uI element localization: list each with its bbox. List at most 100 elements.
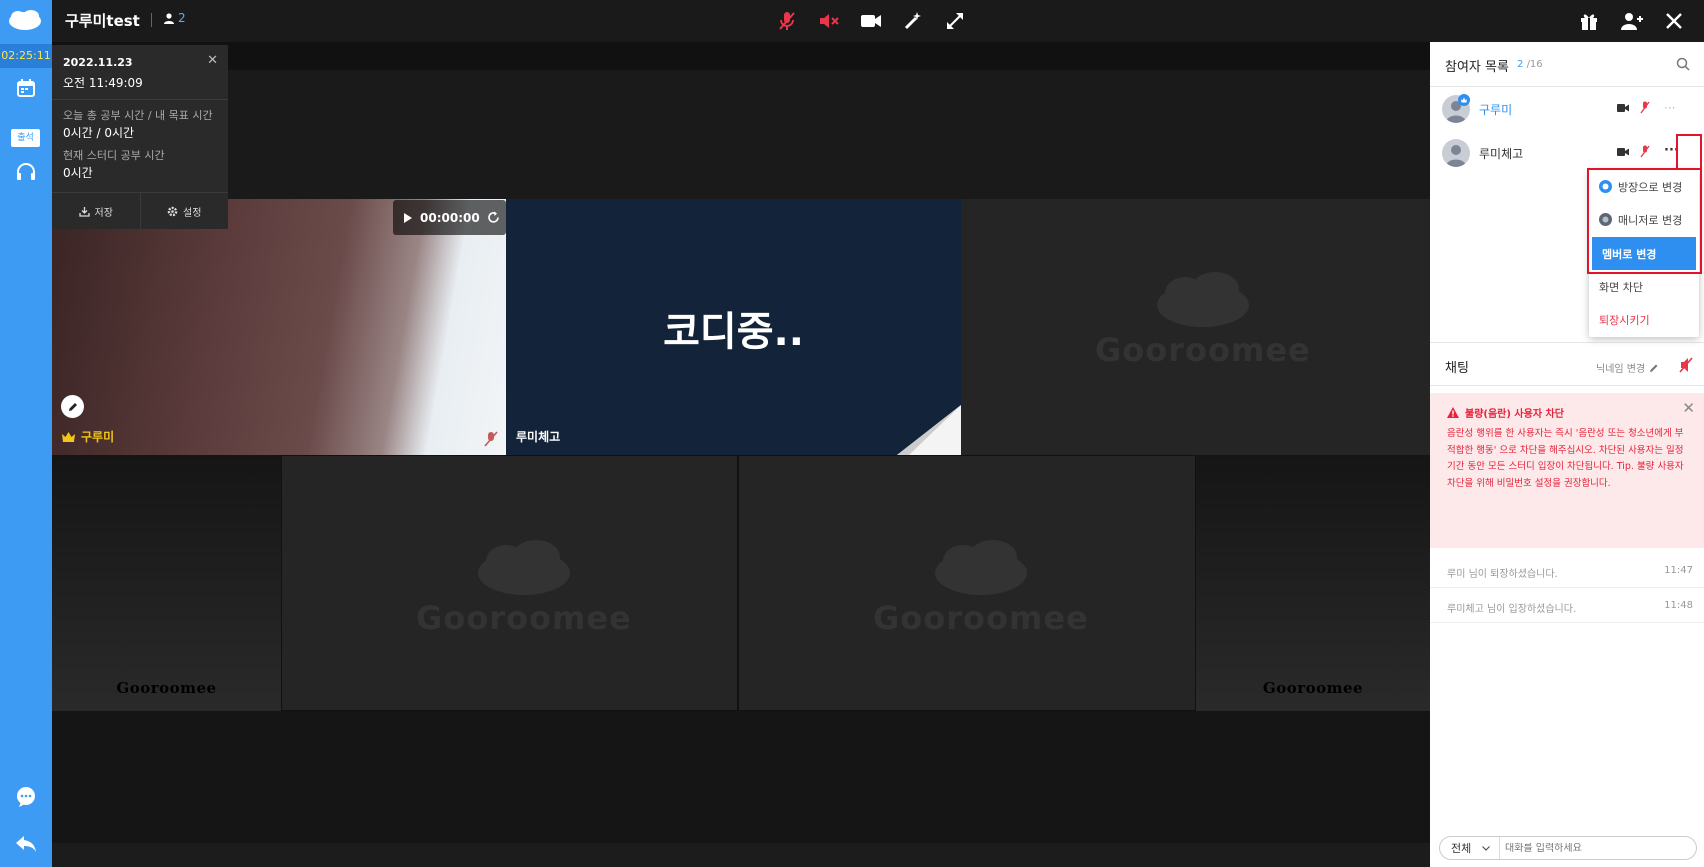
- refresh-icon[interactable]: [487, 211, 500, 224]
- participants-count: 2 /16: [1517, 59, 1543, 70]
- chat-input-bar: 전체: [1439, 836, 1697, 860]
- gear-icon: [167, 206, 178, 216]
- video-tile-empty: Gooroomee: [281, 455, 738, 711]
- settings-button[interactable]: 설정: [141, 193, 229, 229]
- chat-scope-select[interactable]: 전체: [1440, 837, 1500, 859]
- room-title: 구루미test: [65, 12, 140, 30]
- camera-icon[interactable]: [858, 9, 884, 33]
- mic-off-small-icon[interactable]: [1640, 145, 1650, 158]
- camera-small-icon[interactable]: [1617, 148, 1629, 156]
- search-icon[interactable]: [1676, 57, 1690, 71]
- chat-mute-icon[interactable]: [1679, 357, 1693, 373]
- watermark: Gooroomee: [1095, 271, 1311, 369]
- attendance-button[interactable]: 출석: [11, 129, 40, 147]
- stage-bottom: [52, 711, 1430, 843]
- info-time: 오전 11:49:09: [63, 76, 143, 90]
- gift-icon[interactable]: [1576, 9, 1602, 33]
- participant-name: 루미체고: [1479, 147, 1524, 161]
- page-fold-icon: [897, 405, 961, 455]
- current-time-value: 0시간: [63, 166, 93, 180]
- exit-back-icon[interactable]: [11, 829, 41, 859]
- info-close-icon[interactable]: ✕: [207, 53, 218, 68]
- current-time-label: 현재 스터디 공부 시간: [63, 149, 165, 162]
- nickname-change-button[interactable]: 닉네임 변경: [1596, 360, 1659, 375]
- more-options-highlight: [1676, 134, 1702, 170]
- study-timer: 02:25:11: [0, 44, 52, 68]
- playback-time: 00:00:00: [420, 210, 480, 225]
- participant-name: 구루미: [1479, 103, 1513, 117]
- save-button[interactable]: 저장: [52, 193, 141, 229]
- save-label: 저장: [94, 207, 113, 219]
- download-icon: [78, 206, 90, 217]
- user-count[interactable]: 2: [164, 11, 186, 25]
- today-time-value: 0시간 / 0시간: [63, 126, 135, 140]
- pencil-icon: [1650, 364, 1658, 372]
- system-message: 루미체고 님이 입장하셨습니다. 11:48: [1430, 589, 1704, 623]
- user-count-value: 2: [178, 11, 186, 25]
- participant-row[interactable]: 구루미 ···: [1430, 87, 1704, 131]
- tile-name: 구루미: [81, 430, 115, 444]
- system-message-time: 11:48: [1664, 600, 1693, 611]
- gooroomee-logo-icon[interactable]: [7, 9, 43, 31]
- edit-pencil-icon[interactable]: [61, 395, 84, 418]
- fullscreen-icon[interactable]: [942, 9, 968, 33]
- chat-header: 채팅 닉네임 변경: [1430, 342, 1704, 386]
- more-options-icon[interactable]: ···: [1664, 101, 1675, 115]
- play-icon[interactable]: [403, 212, 413, 224]
- mic-off-icon[interactable]: [774, 9, 800, 33]
- host-badge-icon: [1458, 94, 1470, 106]
- nickname-change-label: 닉네임 변경: [1596, 364, 1646, 375]
- info-date: 2022.11.23: [63, 56, 133, 69]
- study-info-panel: 2022.11.23 오전 11:49:09 ✕ 오늘 총 공부 시간 / 내 …: [52, 45, 228, 229]
- participants-title: 참여자 목록: [1445, 60, 1509, 75]
- cloud-logo-icon: [477, 540, 570, 595]
- calendar-icon[interactable]: [11, 73, 41, 103]
- video-tile-guroomi[interactable]: 구루미: [52, 199, 506, 455]
- menu-item-label: 화면 차단: [1599, 280, 1643, 294]
- participants-max: /16: [1526, 59, 1543, 70]
- menu-item-label: 퇴장시키기: [1599, 313, 1650, 327]
- headset-icon[interactable]: [11, 157, 41, 187]
- magic-wand-icon[interactable]: [900, 9, 926, 33]
- cloud-logo-icon: [934, 540, 1027, 595]
- system-message: 루미 님이 퇴장하셨습니다. 11:47: [1430, 554, 1704, 588]
- watermark-text: Gooroomee: [1262, 679, 1364, 697]
- warning-body: 음란성 행위를 한 사용자는 즉시 '음란성 또는 청소년에게 부적합한 행동'…: [1447, 428, 1684, 489]
- system-message-time: 11:47: [1664, 565, 1693, 576]
- watermark: Gooroomee: [873, 539, 1089, 637]
- chat-title: 채팅: [1445, 361, 1469, 376]
- app-root: 02:25:11 출석 구루미test 2 구루미 00:00:00 코디중..…: [0, 0, 1704, 867]
- menu-item-block-screen[interactable]: 화면 차단: [1589, 270, 1699, 303]
- chat-bubble-icon[interactable]: [11, 782, 41, 812]
- person-icon: [164, 12, 174, 24]
- tile-name: 루미체고: [516, 430, 561, 444]
- add-user-icon[interactable]: [1619, 9, 1645, 33]
- today-time-label: 오늘 총 공부 시간 / 내 목표 시간: [63, 109, 213, 122]
- participants-count-value: 2: [1517, 59, 1524, 70]
- warning-notice: 불량(음란) 사용자 차단 ✕ 음란성 행위를 한 사용자는 즉시 '음란성 또…: [1430, 393, 1704, 548]
- tile-name-tag: 루미체고: [516, 428, 560, 445]
- tile-mic-off-icon: [484, 431, 498, 447]
- camera-small-icon[interactable]: [1617, 104, 1629, 112]
- video-tile-rumichego[interactable]: 코디중.. 루미체고: [506, 199, 961, 455]
- speaker-mute-icon[interactable]: [816, 9, 842, 33]
- chevron-down-icon: [1482, 845, 1491, 851]
- warning-header: 불량(음란) 사용자 차단: [1447, 405, 1564, 420]
- title-divider: [151, 13, 152, 27]
- mic-off-small-icon[interactable]: [1640, 101, 1650, 114]
- warning-triangle-icon: [1447, 407, 1459, 418]
- stage-top-band: [52, 42, 1430, 70]
- playback-bar[interactable]: 00:00:00: [393, 200, 506, 235]
- close-room-icon[interactable]: [1661, 9, 1687, 33]
- menu-item-kick[interactable]: 퇴장시키기: [1589, 303, 1699, 336]
- top-bar: 구루미test 2: [52, 0, 1704, 42]
- stage-footer: [52, 843, 1430, 867]
- chat-message-input[interactable]: [1505, 842, 1696, 854]
- video-tile-empty: Gooroomee: [52, 455, 281, 711]
- watermark-text: Gooroomee: [416, 599, 632, 637]
- video-tile-empty: Gooroomee: [961, 199, 1430, 455]
- info-actions: 저장 설정: [52, 192, 228, 229]
- settings-label: 설정: [183, 207, 202, 219]
- warning-close-icon[interactable]: ✕: [1682, 399, 1695, 417]
- info-divider: [52, 99, 228, 100]
